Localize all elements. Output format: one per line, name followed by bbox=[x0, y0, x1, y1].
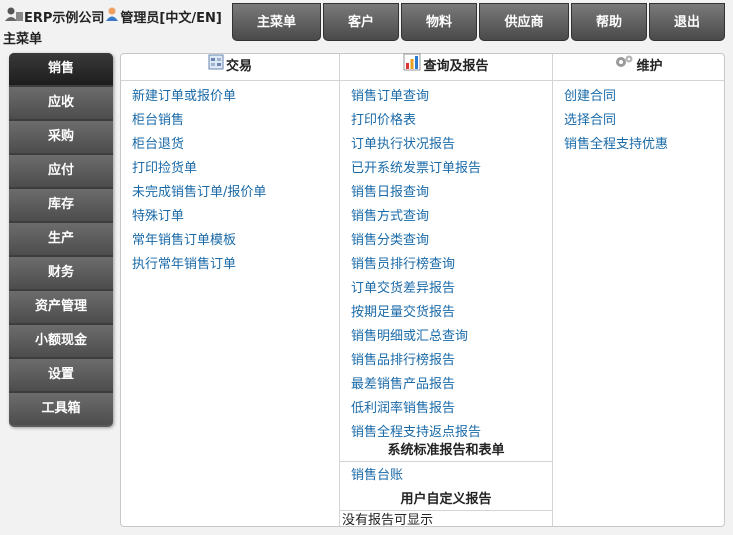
sidebar-item-inventory[interactable]: 库存 bbox=[9, 189, 113, 223]
link-print-price-list[interactable]: 打印价格表 bbox=[351, 111, 552, 135]
company-line: ERP示例公司 管理员[中文/EN] bbox=[4, 6, 222, 26]
link-sales-category-inquiry[interactable]: 销售分类查询 bbox=[351, 231, 552, 255]
nav-help[interactable]: 帮助 bbox=[571, 3, 647, 41]
link-sales-type-inquiry[interactable]: 销售方式查询 bbox=[351, 207, 552, 231]
link-print-picking-list[interactable]: 打印捡货单 bbox=[132, 159, 339, 183]
link-sales-ledger[interactable]: 销售台账 bbox=[351, 466, 552, 490]
transactions-title: 交易 bbox=[225, 59, 252, 74]
link-sell-through-discounts[interactable]: 销售全程支持优惠 bbox=[564, 135, 724, 159]
sidebar-item-petty-cash[interactable]: 小额现金 bbox=[9, 325, 113, 359]
user-name[interactable]: 管理员[中文/EN] bbox=[120, 7, 221, 26]
sidebar-item-manufacturing[interactable]: 生产 bbox=[9, 223, 113, 257]
link-new-order[interactable]: 新建订单或报价单 bbox=[132, 87, 339, 111]
reports-column: 查询及报告 销售订单查询 打印价格表 订单执行状况报告 已开系统发票订单报告 销… bbox=[340, 53, 553, 528]
reports-links: 销售订单查询 打印价格表 订单执行状况报告 已开系统发票订单报告 销售日报查询 … bbox=[340, 81, 552, 447]
link-outstanding-orders[interactable]: 未完成销售订单/报价单 bbox=[132, 183, 339, 207]
reports-header: 查询及报告 bbox=[340, 53, 552, 81]
nav-items[interactable]: 物料 bbox=[401, 3, 477, 41]
standard-reports-links: 销售台账 bbox=[340, 462, 552, 490]
module-sidebar: 销售 应收 采购 应付 库存 生产 财务 资产管理 小额现金 设置 工具箱 bbox=[9, 53, 113, 427]
sidebar-item-finance[interactable]: 财务 bbox=[9, 257, 113, 291]
gears-icon bbox=[614, 54, 636, 80]
sidebar-item-payables[interactable]: 应付 bbox=[9, 155, 113, 189]
link-counter-returns[interactable]: 柜台退货 bbox=[132, 135, 339, 159]
page-title: 主菜单 bbox=[3, 32, 43, 47]
nav-suppliers[interactable]: 供应商 bbox=[479, 3, 569, 41]
link-sales-detail-summary[interactable]: 销售明细或汇总查询 bbox=[351, 327, 552, 351]
maintenance-header: 维护 bbox=[553, 54, 724, 81]
link-top-items-report[interactable]: 销售品排行榜报告 bbox=[351, 351, 552, 375]
link-create-contract[interactable]: 创建合同 bbox=[564, 87, 724, 111]
link-invoiced-orders-report[interactable]: 已开系统发票订单报告 bbox=[351, 159, 552, 183]
link-delivery-discrepancy[interactable]: 订单交货差异报告 bbox=[351, 279, 552, 303]
maintenance-title: 维护 bbox=[636, 59, 663, 74]
nav-main-menu[interactable]: 主菜单 bbox=[232, 3, 321, 41]
no-reports-message: 没有报告可显示 bbox=[340, 510, 552, 531]
reports-title: 查询及报告 bbox=[423, 59, 489, 74]
sidebar-item-sales[interactable]: 销售 bbox=[9, 53, 113, 87]
link-select-contract[interactable]: 选择合同 bbox=[564, 111, 724, 135]
link-salesperson-ranking[interactable]: 销售员排行榜查询 bbox=[351, 255, 552, 279]
link-daily-sales-inquiry[interactable]: 销售日报查询 bbox=[351, 183, 552, 207]
link-recurring-template[interactable]: 常年销售订单模板 bbox=[132, 231, 339, 255]
transactions-header: 交易 bbox=[121, 54, 339, 81]
link-worst-items-report[interactable]: 最差销售产品报告 bbox=[351, 375, 552, 399]
reports-icon bbox=[403, 53, 423, 81]
nav-logout[interactable]: 退出 bbox=[649, 3, 725, 41]
top-navigation: 主菜单 客户 物料 供应商 帮助 退出 bbox=[232, 3, 727, 41]
standard-reports-heading: 系统标准报告和表单 bbox=[340, 441, 552, 462]
link-low-margin-report[interactable]: 低利润率销售报告 bbox=[351, 399, 552, 423]
nav-customers[interactable]: 客户 bbox=[323, 3, 399, 41]
transactions-column: 交易 新建订单或报价单 柜台销售 柜台退货 打印捡货单 未完成销售订单/报价单 … bbox=[121, 54, 340, 526]
sidebar-item-setup[interactable]: 设置 bbox=[9, 359, 113, 393]
transactions-links: 新建订单或报价单 柜台销售 柜台退货 打印捡货单 未完成销售订单/报价单 特殊订… bbox=[121, 81, 339, 279]
link-delivery-in-full[interactable]: 按期足量交货报告 bbox=[351, 303, 552, 327]
company-icon bbox=[4, 6, 24, 26]
maintenance-column: 维护 创建合同 选择合同 销售全程支持优惠 bbox=[553, 54, 724, 526]
custom-reports-heading: 用户自定义报告 bbox=[400, 492, 492, 507]
link-counter-sales[interactable]: 柜台销售 bbox=[132, 111, 339, 135]
link-special-order[interactable]: 特殊订单 bbox=[132, 207, 339, 231]
sidebar-item-utilities[interactable]: 工具箱 bbox=[9, 393, 113, 425]
transactions-icon bbox=[208, 54, 226, 80]
company-name: ERP示例公司 bbox=[24, 10, 105, 26]
sidebar-item-assets[interactable]: 资产管理 bbox=[9, 291, 113, 325]
link-order-status-report[interactable]: 订单执行状况报告 bbox=[351, 135, 552, 159]
link-order-inquiry[interactable]: 销售订单查询 bbox=[351, 87, 552, 111]
header: ERP示例公司 管理员[中文/EN] 主菜单 主菜单 客户 物料 供应商 帮助 … bbox=[0, 0, 733, 47]
main-panel: 交易 新建订单或报价单 柜台销售 柜台退货 打印捡货单 未完成销售订单/报价单 … bbox=[120, 53, 725, 528]
user-icon bbox=[104, 6, 120, 26]
link-process-recurring[interactable]: 执行常年销售订单 bbox=[132, 255, 339, 279]
sidebar-item-purchasing[interactable]: 采购 bbox=[9, 121, 113, 155]
sidebar-item-receivables[interactable]: 应收 bbox=[9, 87, 113, 121]
maintenance-links: 创建合同 选择合同 销售全程支持优惠 bbox=[553, 81, 724, 159]
